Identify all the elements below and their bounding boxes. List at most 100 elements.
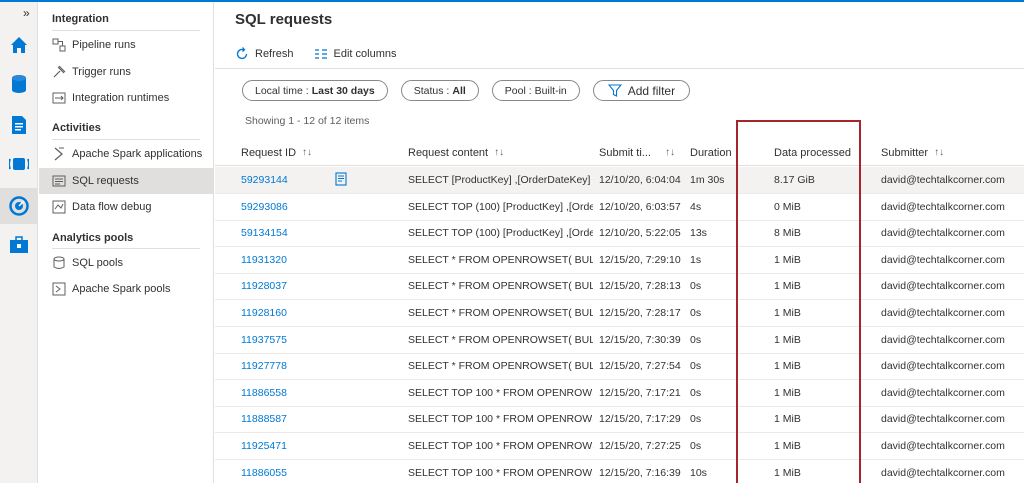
table-row[interactable]: 11928037 SELECT * FROM OPENROWSET( BULK '…: [215, 273, 1024, 301]
request-id-link[interactable]: 11888587: [241, 406, 341, 432]
submitter-cell: david@techtalkcorner.com: [881, 174, 1005, 186]
dataflow-icon: [52, 200, 66, 214]
nav-item-sql-pools[interactable]: SQL pools: [39, 250, 214, 276]
submitter-cell: david@techtalkcorner.com: [881, 227, 1005, 240]
home-icon[interactable]: [8, 34, 30, 56]
data-icon[interactable]: [8, 73, 30, 95]
table-row[interactable]: 11925471 SELECT TOP 100 * FROM OPENROWSE 1…: [215, 433, 1024, 460]
submitter-cell: david@techtalkcorner.com: [881, 333, 1005, 346]
table-row[interactable]: 11886055 SELECT TOP 100 * FROM OPENROWSE 1…: [215, 460, 1024, 483]
nav-item-label: Pipeline runs: [72, 39, 136, 51]
section-title-activities: Activities: [52, 122, 101, 134]
nav-item-apache-spark-pools[interactable]: Apache Spark pools: [39, 276, 214, 302]
request-content-cell: SELECT * FROM OPENROWSET( BULK 'I: [408, 360, 593, 373]
request-id-link[interactable]: 11928037: [241, 273, 341, 299]
request-id-link[interactable]: 11886055: [241, 460, 341, 483]
submitter-cell: david@techtalkcorner.com: [881, 413, 1005, 426]
time-filter-pill[interactable]: Local time : Last 30 days: [242, 80, 388, 101]
request-content-cell: SELECT TOP 100 * FROM OPENROWSE: [408, 386, 593, 399]
pool-filter-value: Built-in: [534, 84, 567, 97]
table-row[interactable]: 59293086 SELECT TOP (100) [ProductKey] ,[…: [215, 194, 1024, 221]
nav-item-label: Trigger runs: [72, 66, 131, 78]
table-row[interactable]: 59134154 SELECT TOP (100) [ProductKey] ,[…: [215, 220, 1024, 248]
spark-pool-icon: [52, 282, 66, 296]
submitter-cell: david@techtalkcorner.com: [881, 253, 1005, 266]
pool-filter-key: Pool :: [504, 84, 532, 97]
request-content-cell: SELECT * FROM OPENROWSET( BULK 'I: [408, 333, 593, 346]
request-content-cell: SELECT [ProductKey] ,[OrderDateKey] ,[: [408, 174, 593, 186]
request-content-cell: SELECT TOP (100) [ProductKey] ,[Order: [408, 227, 593, 240]
status-filter-pill[interactable]: Status : All: [400, 80, 479, 101]
submit-time-cell: 12/15/20, 7:30:39: [599, 333, 681, 346]
nav-item-pipeline-runs[interactable]: Pipeline runs: [39, 32, 214, 58]
request-id-link[interactable]: 11928160: [241, 300, 341, 326]
column-header-label: Request ID: [241, 146, 297, 159]
table-row[interactable]: 11928160 SELECT * FROM OPENROWSET( BULK '…: [215, 300, 1024, 327]
table-row[interactable]: 11931320 SELECT * FROM OPENROWSET( BULK '…: [215, 247, 1024, 274]
refresh-button[interactable]: Refresh: [235, 47, 294, 61]
nav-item-sql-requests[interactable]: SQL requests: [39, 168, 214, 194]
develop-icon[interactable]: [8, 114, 30, 136]
request-id-link[interactable]: 59293086: [241, 194, 341, 220]
view-query-icon[interactable]: [335, 172, 347, 191]
pipeline-icon: [52, 38, 66, 52]
nav-item-data-flow-debug[interactable]: Data flow debug: [39, 194, 214, 220]
request-content-cell: SELECT TOP 100 * FROM OPENROWSE: [408, 440, 593, 452]
submit-time-cell: 12/15/20, 7:27:54: [599, 360, 681, 373]
submit-time-cell: 12/10/20, 5:22:05: [599, 227, 681, 240]
section-title-analytics-pools: Analytics pools: [52, 232, 134, 244]
section-divider: [52, 248, 200, 249]
nav-item-integration-runtimes[interactable]: Integration runtimes: [39, 85, 214, 111]
submit-time-cell: 12/15/20, 7:27:25: [599, 440, 681, 452]
page-title: SQL requests: [235, 11, 333, 28]
add-filter-button[interactable]: Add filter: [592, 80, 691, 101]
edit-columns-icon: [314, 48, 328, 60]
edit-columns-label: Edit columns: [333, 48, 397, 60]
section-divider: [52, 139, 200, 140]
expand-rail-button[interactable]: »: [23, 6, 30, 20]
sql-request-icon: [52, 174, 66, 188]
table-row[interactable]: 59293144 SELECT [ProductKey] ,[OrderDateK…: [215, 167, 1024, 194]
item-count-text: Showing 1 - 12 of 12 items: [245, 115, 370, 127]
manage-icon[interactable]: [8, 234, 30, 256]
table-row[interactable]: 11937575 SELECT * FROM OPENROWSET( BULK '…: [215, 327, 1024, 354]
request-content-cell: SELECT * FROM OPENROWSET( BULK 'I: [408, 307, 593, 319]
data-processed-highlight-box: [736, 120, 861, 483]
refresh-icon: [235, 47, 249, 61]
sort-icon[interactable]: ↑↓: [302, 147, 312, 158]
nav-item-trigger-runs[interactable]: Trigger runs: [39, 59, 214, 85]
request-id-link[interactable]: 59293144: [241, 167, 341, 193]
request-id-link[interactable]: 11925471: [241, 433, 341, 459]
column-header-submitter[interactable]: Submitter ↑↓: [881, 139, 1024, 166]
sort-icon[interactable]: ↑↓: [494, 147, 504, 158]
column-header-request-content[interactable]: Request content ↑↓: [408, 139, 593, 166]
toolbar-divider: [215, 68, 1024, 69]
submit-time-cell: 12/15/20, 7:29:10: [599, 253, 681, 266]
edit-columns-button[interactable]: Edit columns: [314, 48, 397, 60]
request-id-link[interactable]: 59134154: [241, 220, 341, 246]
submitter-cell: david@techtalkcorner.com: [881, 386, 1005, 399]
request-content-cell: SELECT TOP (100) [ProductKey] ,[Order: [408, 200, 593, 213]
trigger-icon: [52, 65, 66, 79]
sort-icon[interactable]: ↑↓: [934, 147, 944, 158]
integrate-icon[interactable]: [8, 153, 30, 175]
sort-icon[interactable]: ↑↓: [665, 147, 675, 158]
table-row[interactable]: 11927778 SELECT * FROM OPENROWSET( BULK '…: [215, 353, 1024, 381]
table-row[interactable]: 11886558 SELECT TOP 100 * FROM OPENROWSE 1…: [215, 380, 1024, 407]
request-id-link[interactable]: 11937575: [241, 327, 341, 353]
column-header-submit-time[interactable]: Submit ti... ↑↓: [599, 139, 689, 166]
submitter-cell: david@techtalkcorner.com: [881, 466, 1005, 479]
add-filter-label: Add filter: [627, 83, 676, 98]
spark-app-icon: [52, 147, 66, 161]
monitor-icon[interactable]: [8, 195, 30, 217]
table-row[interactable]: 11888587 SELECT TOP 100 * FROM OPENROWSE 1…: [215, 406, 1024, 434]
request-id-link[interactable]: 11927778: [241, 353, 341, 379]
nav-item-label: Apache Spark applications: [72, 148, 203, 160]
nav-item-apache-spark-applications[interactable]: Apache Spark applications: [39, 141, 214, 167]
pool-filter-pill[interactable]: Pool : Built-in: [491, 80, 580, 101]
request-id-link[interactable]: 11886558: [241, 380, 341, 406]
column-header-label: Submitter: [881, 146, 929, 159]
request-id-link[interactable]: 11931320: [241, 247, 341, 273]
column-header-request-id[interactable]: Request ID ↑↓: [241, 139, 341, 166]
nav-item-label: Integration runtimes: [72, 92, 170, 104]
